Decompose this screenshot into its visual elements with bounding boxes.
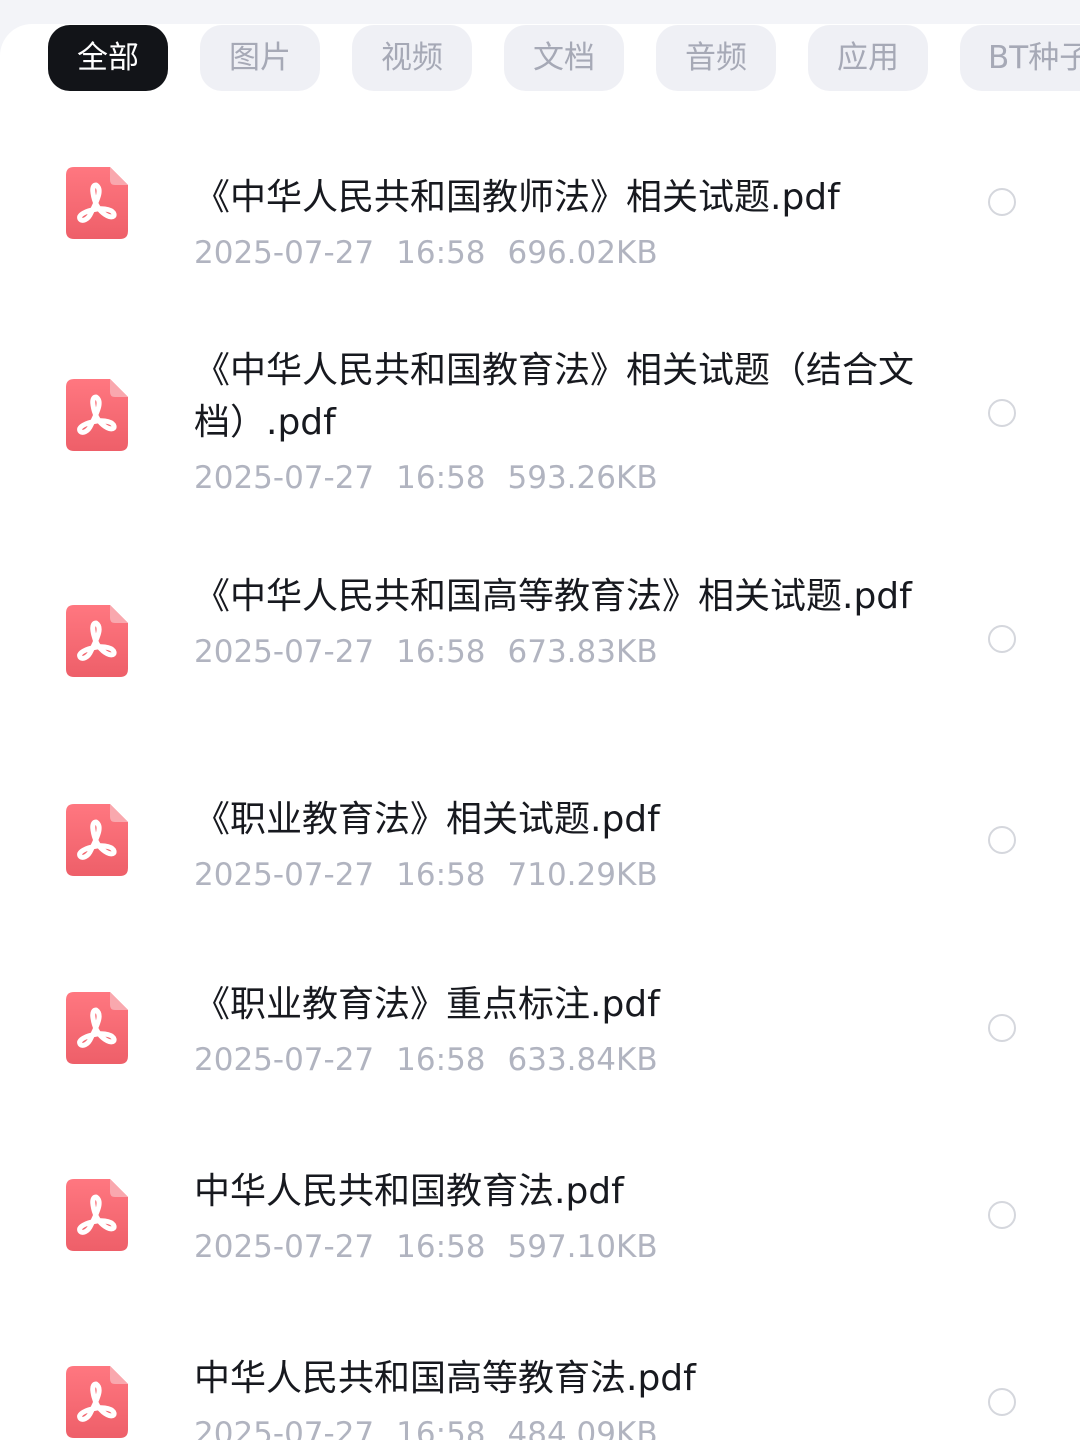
pdf-file-icon [66,379,128,451]
file-time: 16:58 [396,1416,486,1440]
file-row[interactable]: 中华人民共和国高等教育法.pdf 2025-07-27 16:58 484.09KB [0,1345,1080,1440]
file-list: 《中华人民共和国教师法》相关试题.pdf 2025-07-27 16:58 696.… [0,24,1080,1440]
file-meta: 2025-07-27 16:58 597.10KB [194,1224,934,1270]
pdf-file-icon [66,1179,128,1251]
file-info: 中华人民共和国教育法.pdf 2025-07-27 16:58 597.10KB [194,1166,934,1270]
pdf-file-icon [66,804,128,876]
file-manager-sheet: 全部 图片 视频 文档 音频 应用 BT种子 《中华人民共和国教师法》相关试题.… [0,24,1080,1440]
file-info: 《中华人民共和国教师法》相关试题.pdf 2025-07-27 16:58 696.… [194,172,934,276]
file-row[interactable]: 《中华人民共和国教师法》相关试题.pdf 2025-07-27 16:58 696.… [0,149,1080,321]
file-row[interactable]: 《职业教育法》重点标注.pdf 2025-07-27 16:58 633.84KB [0,971,1080,1121]
file-date: 2025-07-27 [194,857,375,893]
file-time: 16:58 [396,235,486,271]
file-date: 2025-07-27 [194,634,375,670]
file-size: 696.02KB [507,235,658,271]
select-radio[interactable] [988,1201,1016,1229]
file-info: 《中华人民共和国教育法》相关试题（结合文档）.pdf 2025-07-27 16:… [194,345,934,501]
file-size: 484.09KB [507,1416,658,1440]
file-time: 16:58 [396,1229,486,1265]
select-radio[interactable] [988,1014,1016,1042]
file-size: 593.26KB [507,460,658,496]
select-radio[interactable] [988,1388,1016,1416]
file-meta: 2025-07-27 16:58 484.09KB [194,1411,934,1440]
file-info: 中华人民共和国高等教育法.pdf 2025-07-27 16:58 484.09KB [194,1353,934,1440]
file-time: 16:58 [396,460,486,496]
file-row[interactable]: 《中华人民共和国教育法》相关试题（结合文档）.pdf 2025-07-27 16:… [0,334,1080,530]
file-info: 《中华人民共和国高等教育法》相关试题.pdf 2025-07-27 16:58 67… [194,571,934,675]
file-name: 《中华人民共和国教师法》相关试题.pdf [194,177,840,218]
file-size: 633.84KB [507,1042,658,1078]
file-info: 《职业教育法》重点标注.pdf 2025-07-27 16:58 633.84KB [194,979,934,1083]
file-time: 16:58 [396,857,486,893]
file-name: 《职业教育法》相关试题.pdf [194,799,660,840]
file-date: 2025-07-27 [194,1416,375,1440]
file-date: 2025-07-27 [194,235,375,271]
pdf-file-icon [66,167,128,239]
pdf-file-icon [66,992,128,1064]
select-radio[interactable] [988,188,1016,216]
file-name: 《中华人民共和国高等教育法》相关试题.pdf [194,576,912,617]
file-date: 2025-07-27 [194,1229,375,1265]
file-meta: 2025-07-27 16:58 696.02KB [194,230,934,276]
file-meta: 2025-07-27 16:58 633.84KB [194,1037,934,1083]
file-name: 《职业教育法》重点标注.pdf [194,984,660,1025]
select-radio[interactable] [988,399,1016,427]
file-meta: 2025-07-27 16:58 673.83KB [194,629,934,675]
file-meta: 2025-07-27 16:58 710.29KB [194,852,934,898]
file-time: 16:58 [396,634,486,670]
pdf-file-icon [66,1366,128,1438]
file-size: 673.83KB [507,634,658,670]
file-size: 710.29KB [507,857,658,893]
file-size: 597.10KB [507,1229,658,1265]
file-name: 《中华人民共和国教育法》相关试题（结合文档）.pdf [194,350,915,443]
file-row[interactable]: 《职业教育法》相关试题.pdf 2025-07-27 16:58 710.29KB [0,785,1080,935]
file-time: 16:58 [396,1042,486,1078]
file-meta: 2025-07-27 16:58 593.26KB [194,455,934,501]
file-row[interactable]: 《中华人民共和国高等教育法》相关试题.pdf 2025-07-27 16:58 67… [0,560,1080,756]
select-radio[interactable] [988,826,1016,854]
file-info: 《职业教育法》相关试题.pdf 2025-07-27 16:58 710.29KB [194,794,934,898]
pdf-file-icon [66,605,128,677]
select-radio[interactable] [988,625,1016,653]
file-name: 中华人民共和国教育法.pdf [194,1171,624,1212]
file-name: 中华人民共和国高等教育法.pdf [194,1358,696,1399]
file-row[interactable]: 中华人民共和国教育法.pdf 2025-07-27 16:58 597.10KB [0,1158,1080,1308]
file-date: 2025-07-27 [194,1042,375,1078]
file-date: 2025-07-27 [194,460,375,496]
